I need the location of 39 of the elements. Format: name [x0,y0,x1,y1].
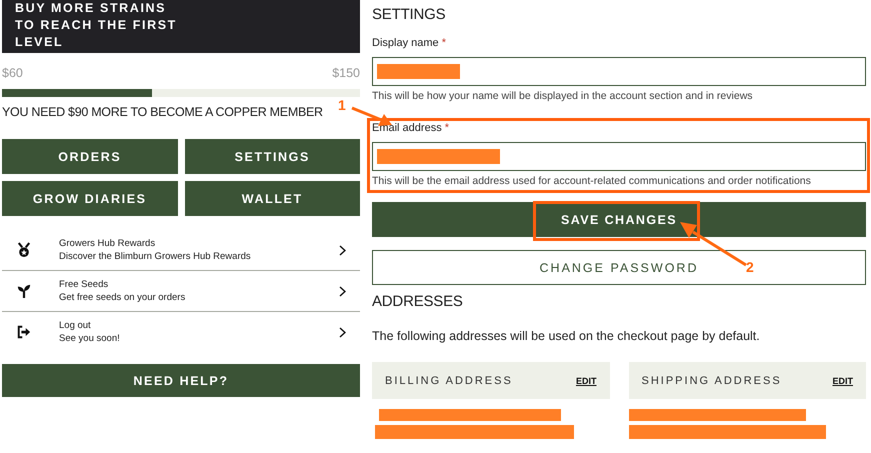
nav-button[interactable]: ORDERS [2,139,178,174]
banner-title: BUY MORE STRAINS TO REACH THE FIRST LEVEL [15,0,178,51]
edit-link[interactable]: EDIT [576,376,596,386]
menu-title: Free Seeds [59,279,110,290]
nav-button[interactable]: GROW DIARIES [2,181,178,216]
field-label: Email address * [372,122,450,134]
sprout-icon [17,283,31,299]
medal-icon [17,242,31,258]
menu-title: Log out [59,320,92,331]
input-field[interactable] [372,142,866,171]
menu-item[interactable]: Log out See you soon! [2,312,360,352]
address-title: BILLING ADDRESS [385,374,513,386]
logout-icon [17,324,31,340]
chevron-icon [339,286,346,296]
addresses-title: ADDRESSES [372,293,464,310]
input-field[interactable] [372,57,866,86]
menu-subtitle: See you soon! [59,333,121,344]
start-amount: $60 [2,66,23,80]
menu-subtitle: Get free seeds on your orders [59,292,186,303]
save-button[interactable]: SAVE CHANGES [372,202,866,237]
nav-button[interactable]: WALLET [184,181,360,216]
menu-title: Growers Hub Rewards [59,238,156,249]
addresses-description: The following addresses will be used on the checkout page by default. [372,329,761,343]
field-label: Display name * [372,37,447,49]
annotation-number: 2 [746,259,754,275]
nav-button[interactable]: SETTINGS [184,139,360,174]
menu-item[interactable]: Free Seeds Get free seeds on your orders [2,271,360,312]
chevron-icon [339,326,346,338]
menu-item[interactable]: Growers Hub Rewards Discover the Blimburn Growers Hub Rewards [2,230,360,271]
settings-title: SETTINGS [372,6,446,23]
field-hint: This will be how your name will be displayed in the account section and in reviews [372,90,754,102]
edit-link[interactable]: EDIT [832,376,853,386]
chevron-icon [339,244,346,256]
field-hint: This will be the email address used for account-related communications and order notifications [372,175,812,187]
address-title: SHIPPING ADDRESS [642,374,782,386]
end-amount: $150 [332,66,360,80]
menu-subtitle: Discover the Blimburn Growers Hub Rewards [59,251,252,262]
annotation-number: 1 [338,97,346,113]
help-button[interactable]: NEED HELP? [2,364,360,397]
